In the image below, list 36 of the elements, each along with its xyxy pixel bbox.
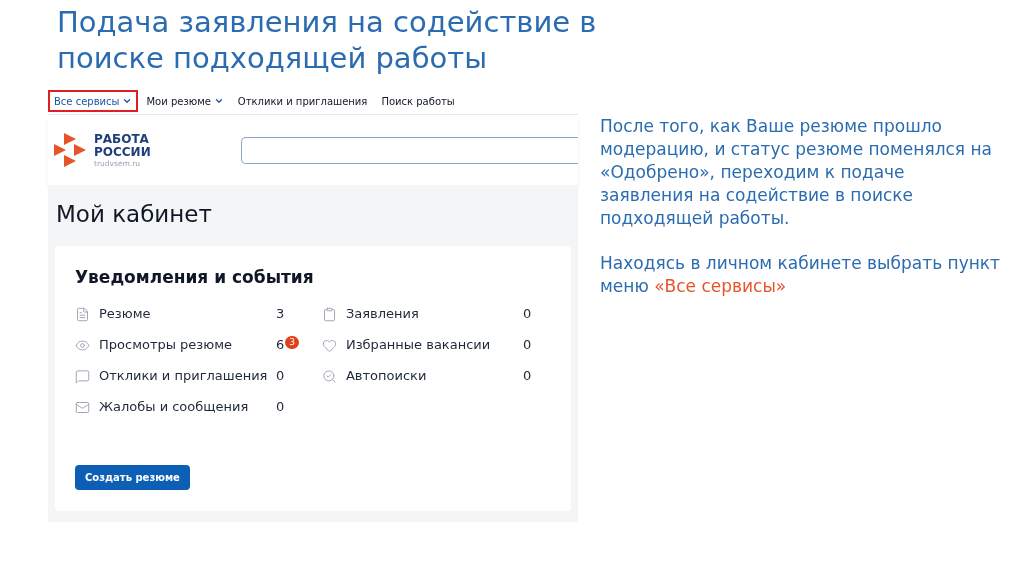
stat-count: 0 (276, 398, 285, 417)
chat-bubble-icon (75, 368, 90, 384)
card-title: Уведомления и события (75, 266, 315, 289)
eye-icon (75, 337, 90, 353)
document-icon (75, 306, 90, 322)
stat-count: 3 (276, 305, 285, 324)
search-check-icon (321, 368, 337, 384)
heart-icon (321, 337, 337, 353)
explanation-paragraph: Находясь в личном кабинете выбрать пункт меню «Все сервисы» (600, 252, 1000, 298)
nav-menu-item[interactable]: Мои резюме (140, 90, 230, 112)
nav-menu-item[interactable]: Все сервисы (48, 90, 139, 112)
stat-label[interactable]: Отклики и приглашения (99, 366, 276, 386)
clipboard-icon (321, 306, 337, 322)
explanation-paragraph: После того, как Ваше резюме прошло модерацию, и статус резюме поменялся на «Одобрено», переходим к подаче заявления на содействие в поиске подходящей работы. (600, 115, 994, 230)
slide-title: Подача заявления на содействие в поиске подходящей работы (57, 4, 598, 76)
nav-menu-item[interactable]: Поиск работы (375, 90, 461, 112)
triangles-logo-icon (52, 132, 88, 168)
page-heading: Мой кабинет (55, 200, 213, 229)
stat-count: 0 (276, 367, 285, 386)
logo-text: РОССИИ (94, 145, 151, 159)
stat-count: 0 (522, 367, 532, 386)
count-badge: 3 (285, 335, 299, 349)
stat-label[interactable]: Избранные вакансии (345, 335, 523, 355)
envelope-icon (75, 399, 90, 415)
stat-label[interactable]: Заявления (345, 304, 523, 324)
stat-label[interactable]: Просмотры резюме (99, 335, 276, 355)
logo-text: РАБОТА (94, 132, 150, 146)
stat-count: 0 (522, 336, 532, 355)
create-resume-button[interactable]: Создать резюме (75, 465, 190, 490)
stat-label[interactable]: Жалобы и сообщения (99, 397, 276, 417)
stat-count: 6 (276, 336, 285, 355)
stat-count: 0 (522, 305, 532, 324)
search-field[interactable] (240, 136, 578, 164)
stat-label[interactable]: Резюме (99, 304, 276, 324)
stat-label[interactable]: Автопоиски (345, 366, 523, 386)
nav-menu-item[interactable]: Отклики и приглашения (231, 90, 374, 112)
